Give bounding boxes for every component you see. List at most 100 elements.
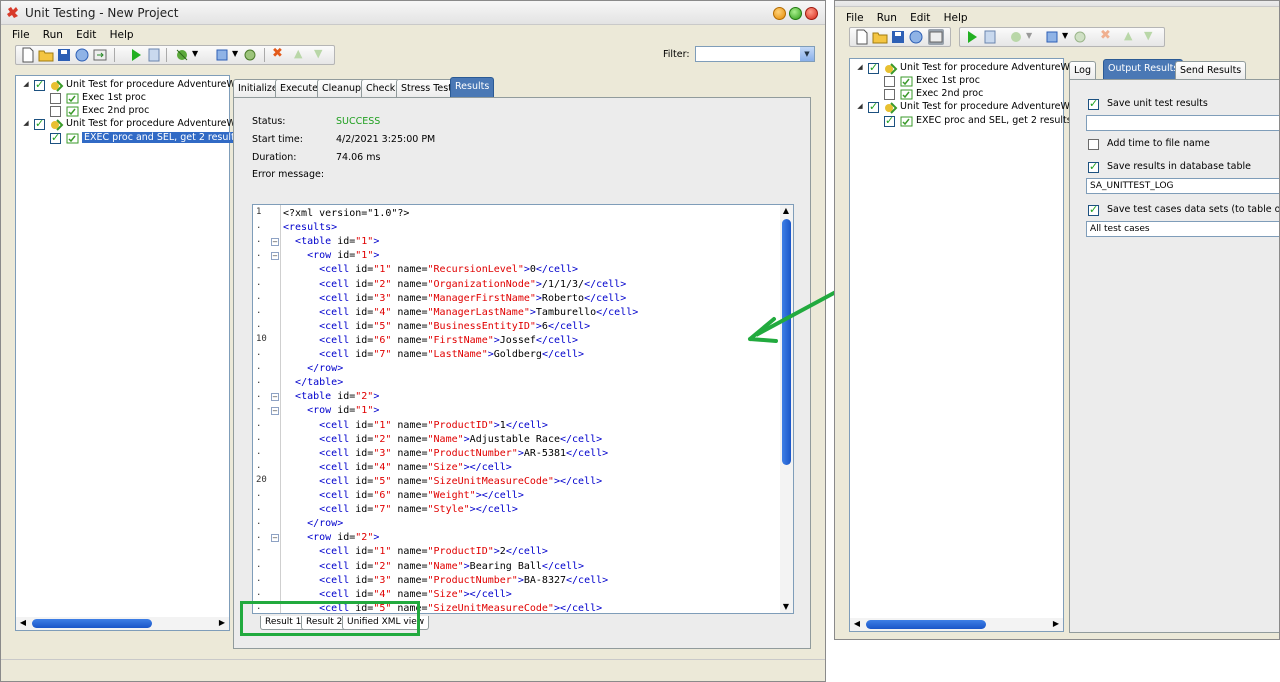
tree-checkbox[interactable] <box>50 131 61 144</box>
title-bar[interactable] <box>835 1 1279 7</box>
menu-run[interactable]: Run <box>877 12 897 24</box>
save-test-cases-checkbox[interactable] <box>1088 203 1099 216</box>
debug-dropdown-icon[interactable]: ▼ <box>192 49 198 58</box>
results-path-input[interactable] <box>1086 115 1279 131</box>
script-dropdown-icon[interactable]: ▼ <box>1062 31 1068 40</box>
move-up-icon[interactable]: ▲ <box>1124 29 1132 42</box>
chevron-down-icon[interactable]: ▼ <box>800 47 814 61</box>
tab-output-results[interactable]: Output Results <box>1103 59 1184 79</box>
tab-execute[interactable]: Execute <box>275 79 323 97</box>
scroll-down-icon[interactable]: ▼ <box>781 602 791 612</box>
save-icon[interactable] <box>56 47 72 63</box>
title-bar[interactable]: Unit Testing - New Project <box>1 1 825 25</box>
xml-token <box>283 349 319 360</box>
run-icon[interactable] <box>964 29 980 45</box>
tab-cleanup[interactable]: Cleanup <box>317 79 367 97</box>
test-case-icon <box>900 89 913 100</box>
tree-checkbox[interactable] <box>868 100 879 113</box>
filter-dropdown[interactable]: ▼ <box>695 46 815 62</box>
xml-content: <?xml version="1.0"?> <results> <table id… <box>283 205 779 613</box>
fold-toggle-icon[interactable]: − <box>271 252 279 261</box>
maximize-button[interactable] <box>789 7 802 20</box>
tree-checkbox[interactable] <box>34 117 45 130</box>
scroll-left-icon[interactable]: ◀ <box>18 618 28 628</box>
scroll-thumb[interactable] <box>32 619 152 628</box>
script-icon[interactable] <box>1044 29 1060 45</box>
move-down-icon[interactable]: ▼ <box>314 47 322 60</box>
fold-toggle-icon[interactable]: − <box>271 238 279 247</box>
xml-token: name= <box>391 475 428 487</box>
menu-file[interactable]: File <box>846 12 864 24</box>
xml-token: name= <box>391 504 428 516</box>
tree-checkbox[interactable] <box>884 76 895 87</box>
open-folder-icon[interactable] <box>38 47 54 63</box>
new-file-icon[interactable] <box>20 47 36 63</box>
save-icon[interactable] <box>890 29 906 45</box>
script-dropdown-icon[interactable]: ▼ <box>232 49 238 58</box>
tab-stress-test[interactable]: Stress Test <box>396 79 457 97</box>
tree-checkbox[interactable] <box>34 78 45 91</box>
table-name-input[interactable]: SA_UNITTEST_LOG <box>1086 178 1279 194</box>
save-unit-test-results-checkbox[interactable] <box>1088 97 1099 110</box>
tab-log[interactable]: Log <box>1069 61 1096 79</box>
debug-icon[interactable] <box>174 47 190 63</box>
scroll-right-icon[interactable]: ▶ <box>217 618 227 628</box>
test-tree-panel: ◢ Unit Test for procedure AdventureWorks… <box>15 75 256 631</box>
tree-checkbox[interactable] <box>884 114 895 127</box>
tab-results[interactable]: Results <box>450 77 495 97</box>
tab-check[interactable]: Check <box>361 79 401 97</box>
run-icon[interactable] <box>128 47 144 63</box>
fold-toggle-icon[interactable]: − <box>271 407 279 416</box>
export-icon[interactable] <box>92 47 108 63</box>
xml-result-viewer[interactable]: 1.. −. − -.... 10.... − - −.... 20.... − -.... <?x… <box>252 204 794 614</box>
menu-edit[interactable]: Edit <box>76 29 96 41</box>
export-icon[interactable] <box>928 29 944 45</box>
expand-icon[interactable]: ◢ <box>22 120 30 128</box>
debug-icon[interactable] <box>1008 29 1024 45</box>
run-list-icon[interactable] <box>146 47 162 63</box>
fold-toggle-icon[interactable]: − <box>271 534 279 543</box>
scroll-right-icon[interactable]: ▶ <box>1051 619 1061 629</box>
menu-run[interactable]: Run <box>43 29 63 41</box>
save-all-icon[interactable] <box>74 47 90 63</box>
save-results-table-checkbox[interactable] <box>1088 160 1099 173</box>
add-time-checkbox[interactable] <box>1088 139 1099 150</box>
move-down-icon[interactable]: ▼ <box>1144 29 1152 42</box>
expand-icon[interactable]: ◢ <box>856 64 864 72</box>
xml-line: <cell id="4" name="Size"></cell> <box>283 461 512 475</box>
xml-token <box>283 490 319 501</box>
save-all-icon[interactable] <box>908 29 924 45</box>
script-icon[interactable] <box>214 47 230 63</box>
menu-file[interactable]: File <box>12 29 30 41</box>
tree-checkbox[interactable] <box>50 106 61 117</box>
close-button[interactable] <box>805 7 818 20</box>
tree-checkbox[interactable] <box>884 89 895 100</box>
tree-checkbox[interactable] <box>868 61 879 74</box>
expand-icon[interactable]: ◢ <box>22 81 30 89</box>
tree-checkbox[interactable] <box>50 93 61 104</box>
settings-icon[interactable] <box>242 47 258 63</box>
minimize-button[interactable] <box>773 7 786 20</box>
menu-edit[interactable]: Edit <box>910 12 930 24</box>
new-file-icon[interactable] <box>854 29 870 45</box>
debug-dropdown-icon[interactable]: ▼ <box>1026 31 1032 40</box>
open-folder-icon[interactable] <box>872 29 888 45</box>
delete-icon[interactable]: ✖ <box>1100 28 1111 43</box>
xml-token: "RecursionLevel" <box>427 264 524 276</box>
tree-horizontal-scrollbar[interactable]: ◀ ▶ <box>16 617 229 630</box>
move-up-icon[interactable]: ▲ <box>294 47 302 60</box>
run-list-icon[interactable] <box>982 29 998 45</box>
settings-icon[interactable] <box>1072 29 1088 45</box>
test-cases-select[interactable]: All test cases <box>1086 221 1279 237</box>
fold-toggle-icon[interactable]: − <box>271 393 279 402</box>
delete-icon[interactable]: ✖ <box>272 46 283 61</box>
menu-help[interactable]: Help <box>110 29 134 41</box>
expand-icon[interactable]: ◢ <box>856 103 864 111</box>
xml-token: "3" <box>373 574 392 586</box>
scroll-thumb[interactable] <box>866 620 986 629</box>
xml-token: <cell <box>319 560 350 572</box>
menu-help[interactable]: Help <box>944 12 968 24</box>
scroll-left-icon[interactable]: ◀ <box>852 619 862 629</box>
tree-horizontal-scrollbar[interactable]: ◀ ▶ <box>850 618 1063 631</box>
tab-send-results[interactable]: Send Results <box>1175 61 1247 79</box>
